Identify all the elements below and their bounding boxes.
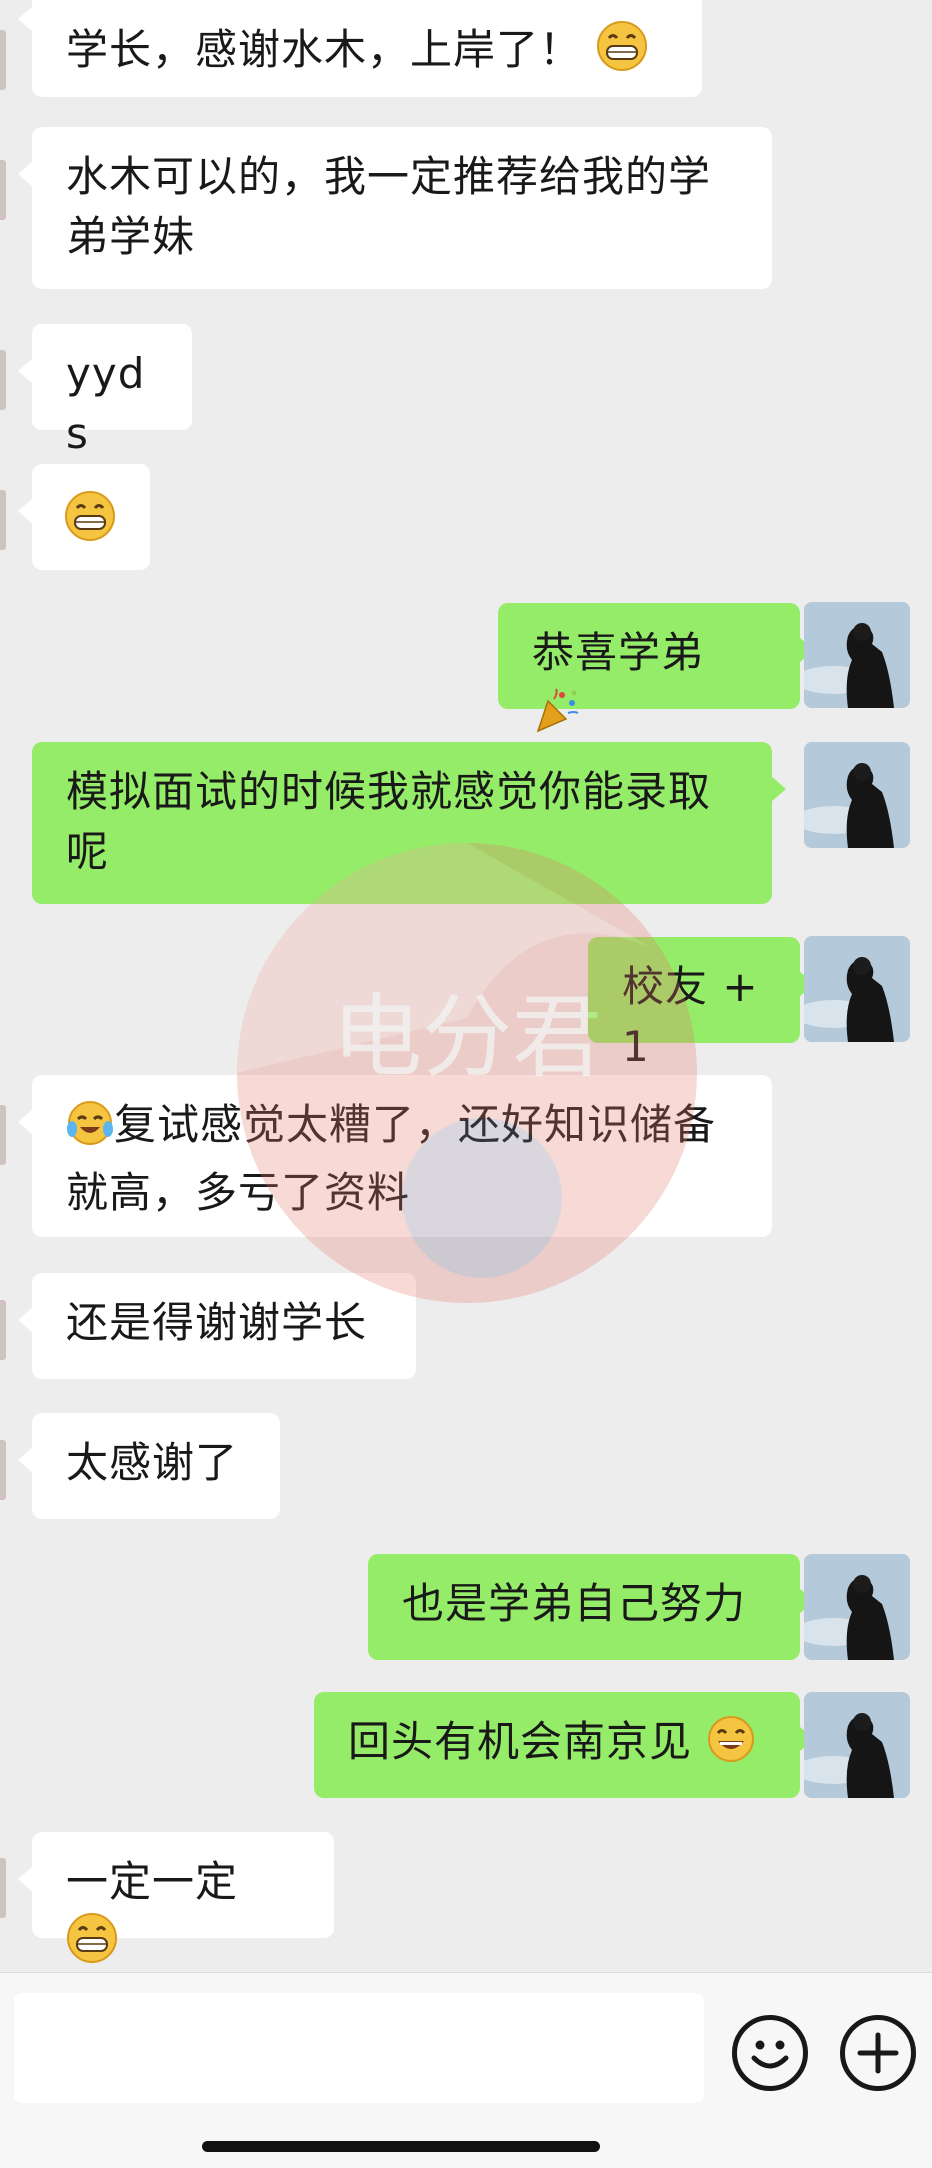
message-text: 校友 +1 xyxy=(622,962,759,1071)
message-bubble-incoming[interactable]: 水木可以的，我一定推荐给我的学弟学妹 xyxy=(18,127,772,289)
message-bubble-incoming[interactable]: 太感谢了 xyxy=(18,1413,280,1519)
message-bubble-outgoing[interactable]: 回头有机会南京见 xyxy=(314,1692,814,1798)
smiley-face-icon[interactable] xyxy=(732,2015,808,2091)
left-edge-marker xyxy=(0,30,6,90)
message-text: 也是学弟自己努力 xyxy=(402,1579,747,1628)
user-avatar[interactable] xyxy=(804,1692,910,1798)
user-avatar[interactable] xyxy=(804,742,910,848)
message-bubble-incoming[interactable]: 学长，感谢水木，上岸了！ xyxy=(18,0,702,97)
message-text: 复试感觉太糟了，还好知识储备就高，多亏了资料 xyxy=(66,1100,717,1217)
message-text: 学长，感谢水木，上岸了！ xyxy=(66,25,583,74)
message-bubble-outgoing[interactable]: 也是学弟自己努力 xyxy=(368,1554,814,1660)
message-text: 回头有机会南京见 xyxy=(348,1717,693,1766)
grinning-face-emoji-icon xyxy=(596,20,648,88)
message-input[interactable] xyxy=(14,1993,704,2103)
crying-laughing-emoji-icon xyxy=(66,1099,114,1163)
message-text: 一定一定 xyxy=(66,1857,239,1906)
user-avatar[interactable] xyxy=(804,936,910,1042)
home-indicator xyxy=(202,2141,600,2152)
message-bubble-incoming[interactable]: 复试感觉太糟了，还好知识储备就高，多亏了资料 xyxy=(18,1075,772,1237)
left-edge-marker xyxy=(0,160,6,220)
left-edge-marker xyxy=(0,1858,6,1918)
grinning-face-emoji-icon xyxy=(64,490,116,558)
user-avatar[interactable] xyxy=(804,1554,910,1660)
left-edge-marker xyxy=(0,1105,6,1165)
message-text: yyds xyxy=(66,349,146,458)
message-text: 太感谢了 xyxy=(66,1438,239,1487)
plus-circle-icon[interactable] xyxy=(840,2015,916,2091)
chat-input-bar xyxy=(0,1972,932,2168)
chat-area: 学长，感谢水木，上岸了！ 水木可以的，我一定推荐给我的学弟学妹 yyds 恭喜学… xyxy=(0,0,932,1972)
grinning-face-emoji-icon xyxy=(66,1912,118,1972)
message-text: 水木可以的，我一定推荐给我的学弟学妹 xyxy=(66,152,712,261)
message-text: 模拟面试的时候我就感觉你能录取呢 xyxy=(66,767,712,876)
message-bubble-outgoing[interactable]: 恭喜学弟 xyxy=(498,603,814,733)
message-bubble-incoming[interactable]: yyds xyxy=(18,324,192,458)
message-text: 恭喜学弟 xyxy=(532,628,705,677)
left-edge-marker xyxy=(0,350,6,410)
message-bubble-outgoing[interactable]: 模拟面试的时候我就感觉你能录取呢 xyxy=(32,742,786,904)
message-text: 还是得谢谢学长 xyxy=(66,1298,368,1347)
left-edge-marker xyxy=(0,1300,6,1360)
left-edge-marker xyxy=(0,490,6,550)
message-bubble-incoming[interactable]: 还是得谢谢学长 xyxy=(18,1273,416,1379)
left-edge-marker xyxy=(0,1440,6,1500)
message-bubble-incoming[interactable] xyxy=(18,464,150,570)
message-bubble-incoming[interactable]: 一定一定 xyxy=(18,1832,334,1963)
smiling-face-emoji-icon xyxy=(706,1714,756,1780)
message-bubble-outgoing[interactable]: 校友 +1 xyxy=(588,937,814,1071)
user-avatar[interactable] xyxy=(804,602,910,708)
